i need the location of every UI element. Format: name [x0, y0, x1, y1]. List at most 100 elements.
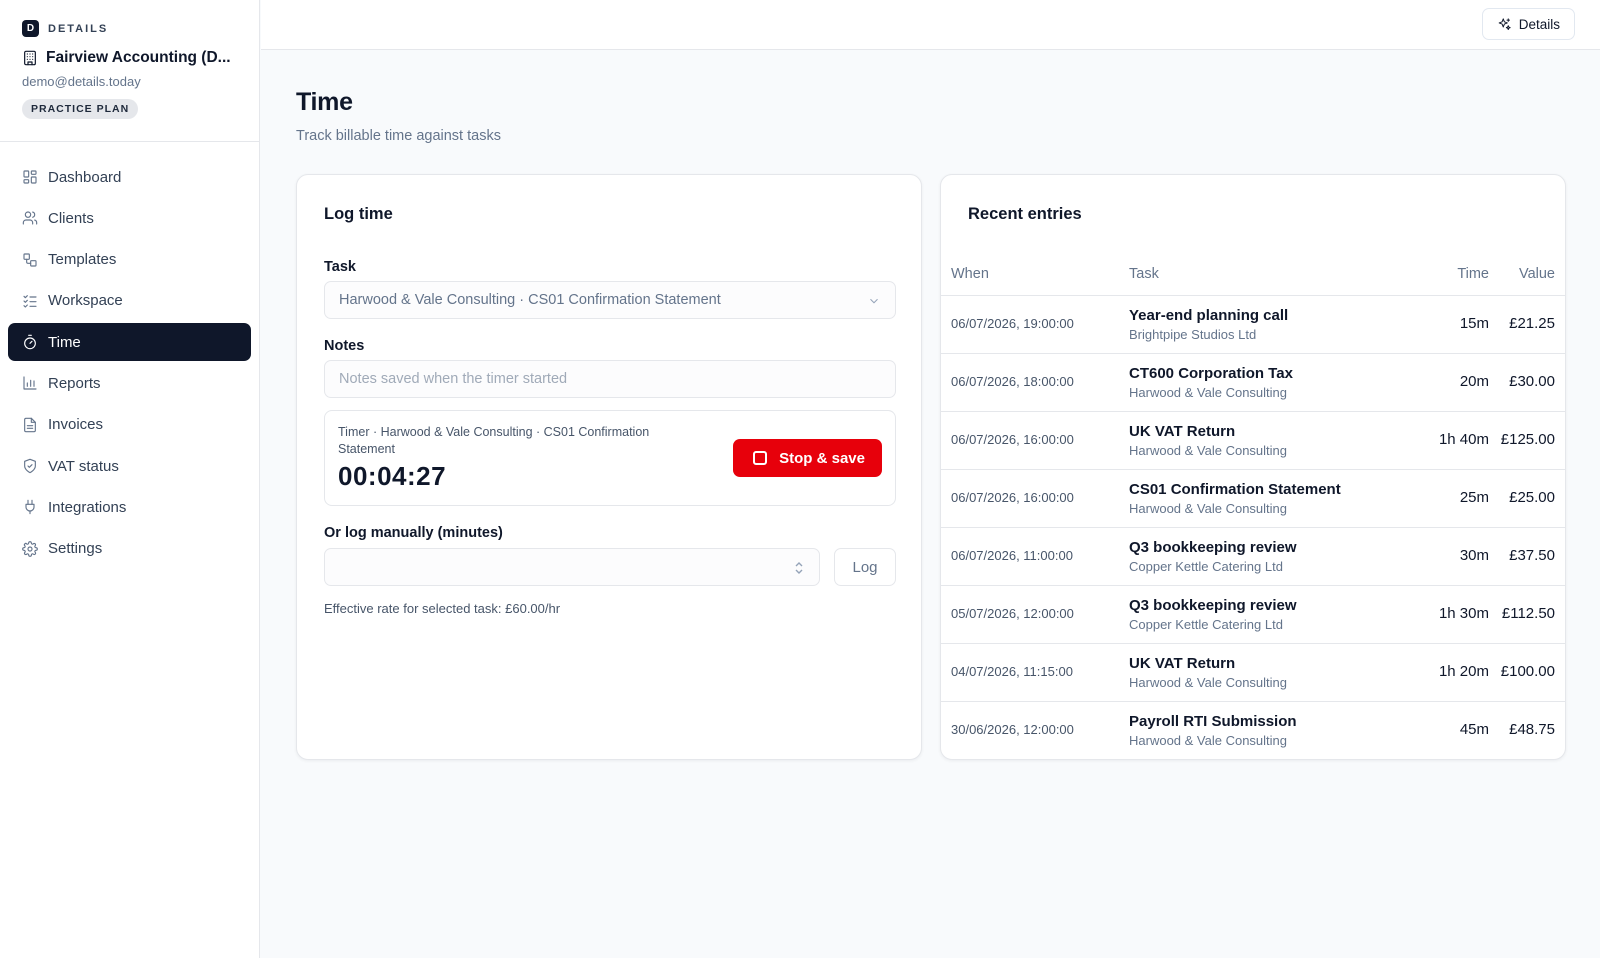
entry-client: Harwood & Vale Consulting	[1129, 500, 1288, 516]
table-row: 06/07/2026, 16:00:00 CS01 Confirmation S…	[941, 469, 1565, 528]
entry-when: 05/07/2026, 12:00:00	[951, 606, 1074, 621]
table-row: 30/06/2026, 12:00:00 Payroll RTI Submiss…	[941, 701, 1565, 759]
entry-client: Copper Kettle Catering Ltd	[1129, 616, 1283, 632]
recent-entries-table: When Task Time Value 06/07/2026, 19:00:0…	[941, 253, 1565, 759]
manual-minutes-label: Or log manually (minutes)	[324, 525, 503, 541]
entry-when: 30/06/2026, 12:00:00	[951, 722, 1074, 738]
entry-when: 04/07/2026, 11:15:00	[951, 664, 1073, 679]
sidebar-item-label: VAT status	[48, 457, 119, 475]
recent-entries-card: Recent entries When Task Time Value 06/0…	[940, 174, 1566, 760]
effective-rate-note: Effective rate for selected task: £60.00…	[324, 601, 561, 616]
gear-icon	[22, 540, 38, 557]
document-icon	[24, 417, 36, 433]
building-icon	[24, 50, 36, 66]
sidebar-item-templates[interactable]: Templates	[8, 241, 251, 279]
entry-client: Harwood & Vale Consulting	[1129, 384, 1288, 400]
plug-icon	[25, 500, 35, 515]
entry-client: Brightpipe Studios Ltd	[1129, 326, 1257, 342]
sidebar-item-dashboard[interactable]: Dashboard	[8, 158, 251, 196]
sidebar-item-vat-status[interactable]: VAT status	[8, 447, 251, 485]
task-select[interactable]: Harwood & Vale Consulting · CS01 Confirm…	[324, 281, 896, 319]
bar-chart-icon	[23, 376, 37, 391]
notes-label: Notes	[324, 338, 365, 354]
entry-task: Year-end planning call	[1129, 306, 1289, 324]
sidebar-item-clients[interactable]: Clients	[8, 199, 251, 237]
stop-and-save-button[interactable]: Stop & save	[733, 439, 882, 477]
timer-icon	[24, 334, 36, 350]
recent-entries-title: Recent entries	[968, 205, 1082, 223]
stepper-arrows-icon[interactable]	[795, 561, 803, 575]
entry-task: CT600 Corporation Tax	[1129, 364, 1293, 382]
sidebar-item-integrations[interactable]: Integrations	[8, 488, 251, 526]
notes-input[interactable]	[324, 360, 896, 398]
checklist-icon	[23, 294, 37, 308]
details-button-label: Details	[1518, 16, 1560, 32]
entry-value: £30.00	[1509, 373, 1555, 390]
entry-client: Harwood & Vale Consulting	[1129, 732, 1288, 748]
entry-value: £37.50	[1509, 547, 1555, 564]
sidebar-item-reports[interactable]: Reports	[8, 364, 251, 402]
entry-value: £100.00	[1500, 663, 1555, 680]
entry-task: Payroll RTI Submission	[1129, 712, 1297, 730]
org-name: Fairview Accounting (D...	[46, 49, 231, 66]
entry-task: UK VAT Return	[1129, 422, 1236, 440]
sidebar-item-label: Workspace	[48, 292, 123, 310]
entry-time: 1h 20m	[1438, 663, 1489, 680]
timer-value: 00:04:27	[338, 461, 447, 491]
page-title: Time	[296, 88, 353, 116]
sidebar-nav: Dashboard Clients Templates Workspace Ti…	[0, 142, 259, 587]
task-label: Task	[324, 259, 356, 275]
sparkles-icon	[1498, 17, 1511, 30]
sidebar-item-invoices[interactable]: Invoices	[8, 406, 251, 444]
topbar: Details	[261, 0, 1600, 50]
entry-task: CS01 Confirmation Statement	[1129, 480, 1341, 498]
entry-value: £25.00	[1509, 489, 1555, 506]
sidebar-item-workspace[interactable]: Workspace	[8, 282, 251, 320]
details-assistant-button[interactable]: Details	[1481, 8, 1575, 40]
entry-when: 06/07/2026, 18:00:00	[951, 374, 1074, 389]
sidebar-item-label: Time	[48, 333, 81, 351]
entry-value: £112.50	[1501, 605, 1555, 622]
entry-task: UK VAT Return	[1129, 654, 1236, 672]
task-select-value: Harwood & Vale Consulting · CS01 Confirm…	[339, 292, 721, 308]
log-manual-button[interactable]: Log	[834, 548, 896, 586]
sidebar-item-time[interactable]: Time	[8, 323, 251, 362]
sidebar-item-label: Reports	[48, 374, 101, 392]
sidebar-item-settings[interactable]: Settings	[8, 530, 251, 568]
sidebar-item-label: Dashboard	[48, 168, 122, 186]
dashboard-icon	[23, 170, 37, 184]
brand-name: DETAILS	[48, 22, 109, 35]
entry-task: Q3 bookkeeping review	[1129, 596, 1297, 614]
entry-time: 20m	[1459, 373, 1489, 390]
manual-minutes-input[interactable]	[324, 548, 820, 586]
entry-when: 06/07/2026, 11:00:00	[951, 548, 1073, 563]
column-header-value: Value	[1489, 253, 1565, 296]
entry-task: Q3 bookkeeping review	[1129, 538, 1297, 556]
sidebar-item-label: Settings	[48, 540, 103, 558]
entry-time: 15m	[1459, 315, 1489, 332]
org-switcher[interactable]: Fairview Accounting (D...	[22, 49, 237, 67]
log-time-title: Log time	[324, 205, 393, 223]
table-row: 06/07/2026, 19:00:00 Year-end planning c…	[941, 295, 1565, 354]
table-row: 06/07/2026, 16:00:00 UK VAT Return Harwoo…	[941, 411, 1565, 470]
page-header: Time Track billable time against tasks	[296, 88, 1566, 144]
entry-time: 1h 30m	[1438, 605, 1489, 622]
org-header: D DETAILS Fairview Accounting (D... demo…	[0, 0, 259, 142]
log-time-card: Log time Task Harwood & Vale Consulting …	[296, 174, 922, 760]
timer-label: Timer · Harwood & Vale Consulting · CS01…	[338, 425, 650, 456]
entry-time: 45m	[1459, 721, 1489, 739]
sidebar-item-label: Templates	[48, 251, 117, 269]
chevron-down-icon	[870, 298, 878, 304]
users-icon	[22, 211, 38, 225]
entry-client: Harwood & Vale Consulting	[1129, 674, 1288, 690]
templates-icon	[23, 253, 37, 267]
shield-check-icon	[24, 458, 36, 474]
brand[interactable]: D DETAILS	[22, 20, 237, 37]
plan-badge: PRACTICE PLAN	[22, 99, 139, 119]
entry-value: £21.25	[1509, 315, 1555, 332]
entry-when: 06/07/2026, 16:00:00	[951, 432, 1074, 447]
sidebar-item-label: Clients	[48, 209, 94, 227]
entry-time: 1h 40m	[1438, 431, 1489, 448]
entry-time: 30m	[1459, 547, 1489, 564]
column-header-task: Task	[1129, 253, 1389, 296]
